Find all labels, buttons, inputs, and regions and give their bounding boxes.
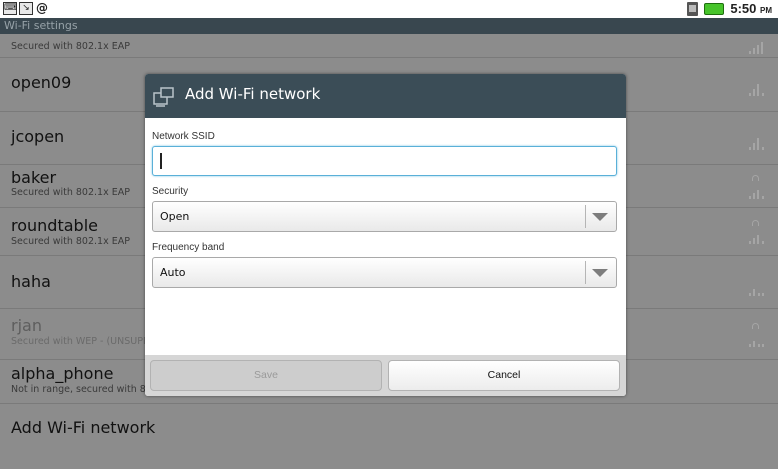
network-subtitle: Secured with 802.1x EAP (11, 187, 130, 198)
app-title-bar: Wi-Fi settings (0, 18, 778, 34)
network-name: haha (11, 272, 51, 291)
sim-card-icon (687, 1, 699, 16)
select-divider (585, 261, 586, 284)
network-name: baker (11, 168, 57, 187)
network-name: open09 (11, 73, 72, 92)
text-cursor (160, 153, 162, 169)
ssid-input[interactable] (152, 146, 626, 176)
network-row[interactable]: Secured with 802.1x EAP (0, 34, 778, 58)
network-subtitle: Secured with 802.1x EAP (11, 41, 130, 52)
dropdown-arrow-icon (592, 269, 608, 277)
network-name: rjan (11, 316, 42, 335)
security-value: Open (160, 210, 190, 223)
clock: 5:50 PM (730, 1, 772, 16)
status-bar: ⌨ ↘ @ 5:50 PM (0, 0, 778, 18)
add-network-dialog: Add Wi-Fi network Network SSID Security … (145, 74, 626, 396)
battery-icon (704, 2, 725, 15)
wifi-signal-icon (746, 78, 768, 98)
email-notification-icon: @ (36, 1, 48, 15)
add-wifi-network-row[interactable]: Add Wi-Fi network (0, 404, 778, 454)
security-select[interactable]: Open (152, 201, 617, 232)
add-network-label: Add Wi-Fi network (11, 418, 156, 437)
save-button[interactable]: Save (150, 360, 382, 391)
wifi-locked-signal-icon (746, 323, 768, 349)
network-name: alpha_phone (11, 364, 114, 383)
frequency-band-select[interactable]: Auto (152, 257, 617, 288)
wifi-network-icon (153, 87, 174, 107)
dialog-title: Add Wi-Fi network (185, 85, 321, 103)
security-label: Security (152, 186, 189, 197)
network-subtitle: Secured with 802.1x EAP (11, 236, 130, 247)
network-subtitle: Not in range, secured with 80 (11, 384, 152, 395)
keyboard-icon: ⌨ (3, 2, 17, 15)
cancel-button[interactable]: Cancel (388, 360, 620, 391)
dropdown-arrow-icon (592, 213, 608, 221)
usb-debug-icon: ↘ (19, 2, 33, 15)
network-subtitle: Secured with WEP - (UNSUPPO (11, 336, 157, 347)
ssid-text-field[interactable] (153, 147, 626, 175)
wifi-locked-signal-icon (746, 220, 768, 246)
frequency-band-label: Frequency band (152, 242, 225, 253)
wifi-signal-icon (746, 132, 768, 152)
network-name: jcopen (11, 127, 65, 146)
dialog-button-bar: Save Cancel (145, 355, 626, 396)
ssid-label: Network SSID (152, 131, 215, 142)
dialog-header: Add Wi-Fi network (145, 74, 626, 118)
wifi-locked-signal-icon (746, 36, 768, 56)
wifi-locked-signal-icon (746, 175, 768, 201)
app-title: Wi-Fi settings (4, 19, 78, 32)
network-name: roundtable (11, 216, 98, 235)
select-divider (585, 205, 586, 228)
frequency-band-value: Auto (160, 266, 186, 279)
wifi-signal-icon (746, 278, 768, 298)
